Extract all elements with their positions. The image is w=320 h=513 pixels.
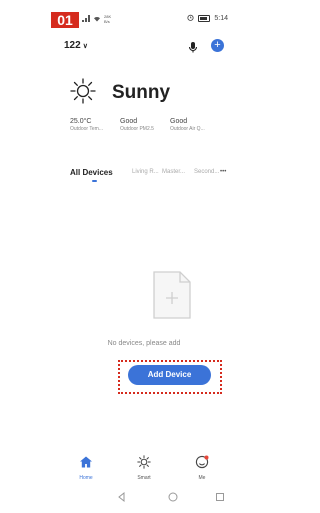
status-time: 5:14 <box>214 15 228 22</box>
tab-second[interactable]: Second... <box>194 169 219 175</box>
more-tabs-icon[interactable]: ••• <box>220 169 226 175</box>
home-icon <box>80 456 92 468</box>
home-header: 122 ∨ + <box>64 38 224 56</box>
add-device-button[interactable]: Add Device <box>128 365 211 385</box>
nav-item-me[interactable]: Me <box>182 455 222 481</box>
sun-icon <box>70 78 96 104</box>
metric-value: 25.0°C <box>70 118 92 125</box>
chevron-down-icon: ∨ <box>82 42 88 50</box>
home-selector[interactable]: 122 ∨ <box>64 40 88 51</box>
nav-label-me: Me <box>198 475 206 481</box>
tab-indicator <box>92 180 97 182</box>
metric-temperature: 25.0°C Outdoor Tem... <box>70 118 103 132</box>
recent-apps-icon[interactable] <box>214 490 226 502</box>
metric-label: Outdoor Air Q... <box>170 126 205 132</box>
weather-metrics: 25.0°C Outdoor Tem... Good Outdoor PM2.5… <box>70 118 230 144</box>
profile-icon <box>195 455 209 469</box>
bottom-navigation: Home Smart Me <box>52 455 236 485</box>
metric-value: Good <box>120 118 138 125</box>
system-navigation-bar <box>52 488 236 506</box>
status-left: 28K B/s <box>82 14 111 24</box>
nav-label-home: Home <box>79 475 93 481</box>
microphone-icon[interactable] <box>186 40 200 54</box>
metric-value: Good <box>170 118 188 125</box>
battery-icon <box>198 15 211 22</box>
home-circle-icon[interactable] <box>167 490 179 502</box>
alarm-icon <box>187 14 194 23</box>
empty-file-icon <box>152 270 192 320</box>
tab-master[interactable]: Master... <box>162 169 185 175</box>
tab-living-room[interactable]: Living R... <box>132 169 159 175</box>
back-icon[interactable] <box>116 490 128 503</box>
empty-message: No devices, please add <box>107 340 181 347</box>
status-right: 5:14 <box>187 14 228 23</box>
sun-icon <box>137 455 151 469</box>
weather-condition: Sunny <box>112 82 171 103</box>
status-bar: 28K B/s 5:14 <box>52 10 236 32</box>
nav-item-home[interactable]: Home <box>66 455 106 481</box>
nav-label-smart: Smart <box>137 475 151 481</box>
metric-pm25: Good Outdoor PM2.5 <box>120 118 154 132</box>
wifi-icon <box>93 15 101 24</box>
nav-item-smart[interactable]: Smart <box>124 455 164 481</box>
metric-air-quality: Good Outdoor Air Q... <box>170 118 205 132</box>
metric-label: Outdoor PM2.5 <box>120 126 154 132</box>
network-speed: 28K B/s <box>104 14 112 24</box>
step-badge: 01 <box>51 12 79 28</box>
home-name: 122 <box>64 40 81 51</box>
add-icon[interactable]: + <box>211 39 224 52</box>
tab-all-devices[interactable]: All Devices <box>70 168 113 177</box>
metric-label: Outdoor Tem... <box>70 126 103 132</box>
signal-icon <box>82 14 90 24</box>
